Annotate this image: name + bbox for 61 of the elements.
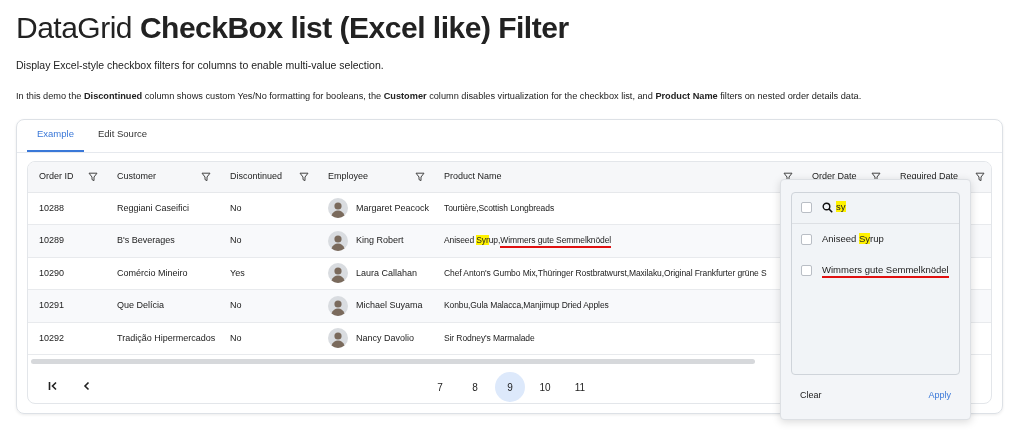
avatar-icon <box>328 328 348 349</box>
employee-name: Michael Suyama <box>356 299 423 313</box>
table-cell-text: Yes <box>229 266 246 280</box>
table-cell: Konbu,Gula Malacca,Manjimup Dried Apples <box>444 299 609 313</box>
table-cell: Tourtière,Scottish Longbreads <box>444 201 555 215</box>
tab[interactable]: Example <box>27 119 84 152</box>
horizontal-scrollbar[interactable] <box>31 359 755 365</box>
employee-name: Nancy Davolio <box>356 331 415 345</box>
avatar-icon <box>328 198 348 219</box>
option-label[interactable]: Wimmers gute Semmelknödel <box>822 262 949 278</box>
column-header[interactable]: Customer <box>117 169 156 184</box>
tab[interactable]: Edit Source <box>87 119 158 152</box>
apply-button[interactable]: Apply <box>928 386 951 405</box>
table-cell-text: Que Delícia <box>116 299 166 313</box>
employee-name: Margaret Peacock <box>356 201 430 215</box>
table-cell-text: 10289 <box>38 234 66 248</box>
table-cell-text: Reggiani Caseifici <box>116 201 191 215</box>
table-cell-text: No <box>229 201 243 215</box>
table-cell-text: Tradição Hipermercados <box>116 331 217 345</box>
avatar-icon <box>328 230 348 251</box>
table-cell-text: Comércio Mineiro <box>116 266 189 280</box>
table-cell-text: 10291 <box>38 299 66 313</box>
table-cell-text: B's Beverages <box>116 234 176 248</box>
table-cell-text: No <box>229 299 243 313</box>
demo-note: In this demo the Discontinued column shows custom Yes/No formatting for booleans, the Customer column disables virtualization for the checkbox list, and Product Name filters on nested order details data. <box>16 89 863 103</box>
first-page-icon <box>47 380 59 393</box>
page-title: DataGrid CheckBox list (Excel like) Filter <box>16 10 570 46</box>
employee-name: Laura Callahan <box>356 266 418 280</box>
table-cell-text: No <box>229 331 243 345</box>
avatar-icon <box>328 295 348 316</box>
table-cell: Chef Anton's Gumbo Mix,Thüringer Rostbratwurst,Maxilaku,Original Frankfurter grüne S <box>444 266 767 280</box>
filter-icon[interactable] <box>975 171 985 182</box>
page-button[interactable]: 7 <box>425 372 455 403</box>
checkbox[interactable] <box>801 202 812 214</box>
table-cell-text: 10288 <box>38 201 66 215</box>
search-icon <box>822 202 833 214</box>
table-cell-text: No <box>229 234 243 248</box>
filter-icon[interactable] <box>88 171 98 182</box>
filter-icon[interactable] <box>871 171 881 182</box>
table-cell-text: 10290 <box>38 266 66 280</box>
page-button[interactable]: 11 <box>565 372 595 403</box>
filter-icon[interactable] <box>299 171 309 182</box>
avatar-icon <box>328 263 348 284</box>
page-button[interactable]: 8 <box>460 372 490 403</box>
employee-name: King Robert <box>356 234 404 248</box>
search-field[interactable]: sy <box>822 200 846 215</box>
filter-icon[interactable] <box>415 171 425 182</box>
table-cell: Sir Rodney's Marmalade <box>444 331 535 345</box>
checkbox[interactable] <box>801 264 812 276</box>
description: Display Excel-style checkbox filters for columns to enable multi-value selection. <box>16 58 385 73</box>
page-button[interactable]: 9 <box>495 372 525 403</box>
column-header[interactable]: Discontinued <box>230 169 283 184</box>
column-header[interactable]: Employee <box>328 169 369 184</box>
filter-icon[interactable] <box>201 171 211 182</box>
column-header[interactable]: Order ID <box>39 169 74 184</box>
clear-button[interactable]: Clear <box>800 386 822 405</box>
filter-icon[interactable] <box>783 171 793 182</box>
page-button[interactable]: 10 <box>530 372 560 403</box>
column-header[interactable]: Product Name <box>444 169 502 184</box>
checkbox[interactable] <box>801 233 812 245</box>
table-cell-text: 10292 <box>38 331 66 345</box>
